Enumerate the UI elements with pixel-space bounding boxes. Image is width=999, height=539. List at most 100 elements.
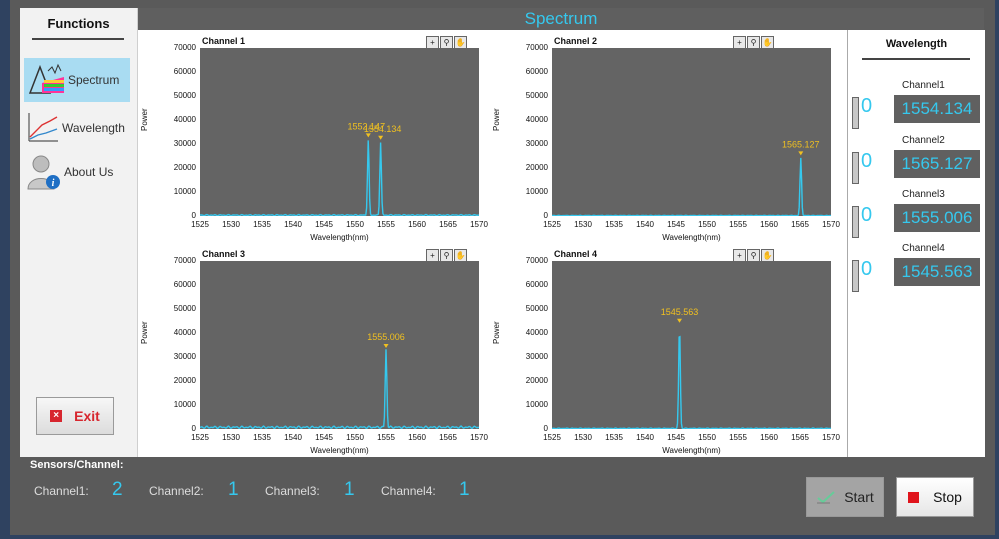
x-tick-label: 1555 [729,220,747,229]
y-tick-label: 50000 [173,304,196,313]
y-tick-label: 40000 [525,115,548,124]
x-tick-label: 1540 [636,433,654,442]
channel-index-spinner[interactable] [852,152,859,184]
x-tick-label: 1530 [222,433,240,442]
wavelength-value: 1554.134 [894,95,980,123]
wavelength-panel: Wavelength Channel1 0 1554.134 Channel2 … [847,30,985,457]
x-axis-label: Wavelength(nm) [662,233,721,242]
spectrum-line [200,349,479,429]
stop-label: Stop [933,489,962,505]
x-tick-label: 1545 [315,220,333,229]
y-tick-label: 0 [191,211,196,220]
x-tick-label: 1560 [408,433,426,442]
x-tick-label: 1525 [191,433,209,442]
x-axis-label: Wavelength(nm) [310,233,369,242]
sensor-channel-count: 1 [228,479,239,500]
sensor-channel-count: 1 [344,479,355,500]
y-tick-label: 0 [543,424,548,433]
y-tick-label: 50000 [525,91,548,100]
channel-index-value[interactable]: 0 [861,204,872,227]
x-tick-label: 1565 [439,220,457,229]
y-tick-label: 30000 [173,352,196,361]
x-axis-label: Wavelength(nm) [662,446,721,455]
sidebar: Functions Spectrum Wavelength i About Us… [20,8,138,457]
y-tick-label: 0 [191,424,196,433]
y-tick-label: 30000 [173,139,196,148]
x-tick-label: 1540 [284,220,302,229]
x-tick-label: 1525 [543,220,561,229]
wavelength-divider [862,58,970,60]
spectrum-chart-channel-3: Channel 3 + ⚲ ✋ Power 0 10000 20000 30000 40000 50… [140,249,488,464]
y-tick-label: 20000 [525,376,548,385]
channel-index-spinner[interactable] [852,206,859,238]
svg-text:i: i [52,178,55,189]
peak-marker [798,151,804,156]
sensors-title: Sensors/Channel: [30,459,124,471]
y-tick-label: 70000 [525,43,548,52]
sensor-channel-count: 1 [459,479,470,500]
x-tick-label: 1530 [222,220,240,229]
plot-area[interactable]: 1552.1471554.134 [200,48,479,216]
y-tick-label: 60000 [173,280,196,289]
x-tick-label: 1570 [470,220,488,229]
plot-area[interactable]: 1545.563 [552,261,831,429]
chart-title: Channel 4 [554,249,598,259]
channel-index-spinner[interactable] [852,260,859,292]
x-tick-label: 1540 [284,433,302,442]
channel-name: Channel2 [902,135,945,146]
sidebar-item-label: About Us [64,165,114,179]
spectrum-chart-channel-2: Channel 2 + ⚲ ✋ Power 0 10000 20000 30000 40000 50… [492,36,840,251]
spectrum-line [552,157,831,216]
sensors-bar: Sensors/Channel: Channel1: 2 Channel2: 1… [20,457,984,535]
peak-label: 1554.134 [364,124,402,134]
chart-title: Channel 3 [202,249,246,259]
sidebar-item-about-us[interactable]: i About Us [24,150,130,194]
exit-icon: × [50,410,63,422]
channel-index-value[interactable]: 0 [861,150,872,173]
wavelength-panel-title: Wavelength [885,38,948,50]
x-tick-label: 1565 [791,433,809,442]
peak-marker [365,133,371,138]
x-tick-label: 1565 [439,433,457,442]
x-tick-label: 1535 [605,220,623,229]
x-tick-label: 1555 [729,433,747,442]
x-tick-label: 1535 [253,220,271,229]
sensor-channel-label: Channel1: [34,484,89,498]
plot-area[interactable]: 1555.006 [200,261,479,429]
y-tick-label: 0 [543,211,548,220]
x-tick-label: 1540 [636,220,654,229]
y-axis-label: Power [492,321,501,344]
y-tick-label: 40000 [173,115,196,124]
sidebar-item-label: Spectrum [68,73,120,87]
y-tick-label: 10000 [525,187,548,196]
peak-marker [378,135,384,140]
y-tick-label: 60000 [525,67,548,76]
start-label: Start [844,489,874,505]
plot-area[interactable]: 1565.127 [552,48,831,216]
y-tick-label: 10000 [525,400,548,409]
wavelength-value: 1545.563 [894,258,980,286]
y-tick-label: 70000 [173,43,196,52]
sidebar-item-spectrum[interactable]: Spectrum [24,58,130,102]
spectrum-line [200,140,479,216]
y-tick-label: 50000 [525,304,548,313]
x-tick-label: 1535 [605,433,623,442]
x-tick-label: 1545 [667,433,685,442]
sidebar-item-wavelength[interactable]: Wavelength [24,106,130,150]
exit-button[interactable]: × Exit [36,397,114,435]
main-content: Functions Spectrum Wavelength i About Us… [20,8,985,457]
channel-index-spinner[interactable] [852,97,859,129]
x-tick-label: 1530 [574,433,592,442]
x-tick-label: 1550 [346,433,364,442]
y-tick-label: 40000 [173,328,196,337]
x-tick-label: 1555 [377,433,395,442]
start-button[interactable]: Start [806,477,884,517]
channel-index-value[interactable]: 0 [861,95,872,118]
sensor-channel-label: Channel3: [265,484,320,498]
spectrum-chart-channel-1: Channel 1 + ⚲ ✋ Power 0 10000 20000 30000 40000 50… [140,36,488,251]
chart-title: Channel 2 [554,36,598,46]
channel-index-value[interactable]: 0 [861,258,872,281]
stop-icon [908,491,920,503]
stop-button[interactable]: Stop [896,477,974,517]
x-tick-label: 1550 [346,220,364,229]
